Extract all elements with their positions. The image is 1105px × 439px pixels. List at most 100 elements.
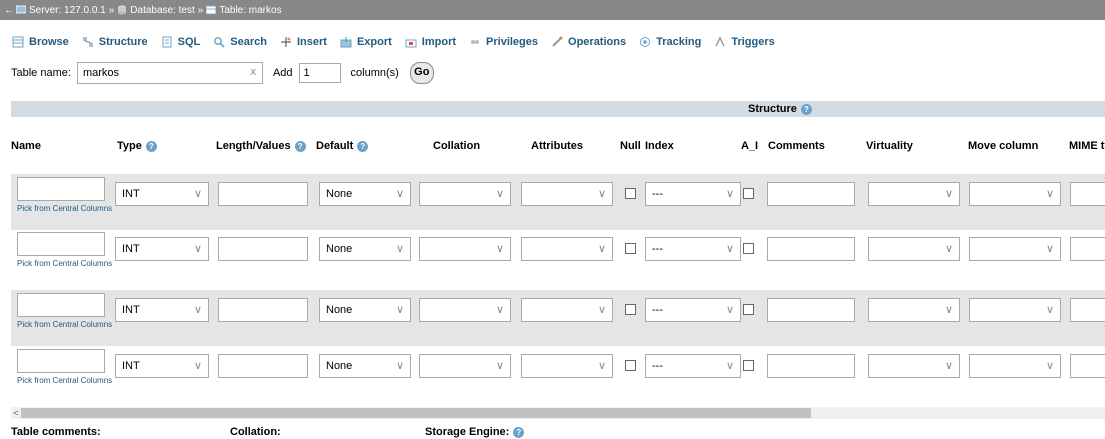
browse-icon	[12, 36, 24, 48]
attributes-select[interactable]: ∨	[521, 182, 613, 206]
index-select-value: ---	[652, 304, 663, 316]
default-select[interactable]: None ∨	[319, 182, 411, 206]
default-select[interactable]: None ∨	[319, 298, 411, 322]
header-ai: A_I	[741, 140, 759, 152]
breadcrumb-table[interactable]: Table: markos	[206, 5, 282, 16]
pick-central-columns-link[interactable]: Pick from Central Columns	[17, 204, 112, 213]
default-select[interactable]: None ∨	[319, 237, 411, 261]
tab-triggers[interactable]: Triggers	[714, 36, 775, 48]
index-select[interactable]: --- ∨	[645, 298, 741, 322]
comments-input[interactable]	[767, 182, 855, 206]
move-column-select[interactable]: ∨	[969, 182, 1061, 206]
breadcrumb-server[interactable]: Server: 127.0.0.1	[16, 5, 106, 16]
scroll-left-icon[interactable]: <	[11, 407, 21, 419]
chevron-down-icon: ∨	[725, 360, 734, 372]
mime-type-select[interactable]	[1070, 237, 1105, 261]
scrollbar-thumb[interactable]	[21, 408, 811, 418]
pick-central-columns-link[interactable]: Pick from Central Columns	[17, 259, 112, 268]
null-checkbox[interactable]	[625, 360, 636, 371]
auto-increment-checkbox[interactable]	[743, 304, 754, 315]
column-name-input[interactable]	[17, 349, 105, 373]
pick-central-columns-link[interactable]: Pick from Central Columns	[17, 376, 112, 385]
horizontal-scrollbar[interactable]: <	[11, 407, 1105, 419]
back-arrow-icon[interactable]: ←	[2, 5, 16, 16]
tab-search[interactable]: Search	[213, 36, 267, 48]
index-select[interactable]: --- ∨	[645, 354, 741, 378]
length-values-input[interactable]	[218, 182, 308, 206]
move-column-select[interactable]: ∨	[969, 354, 1061, 378]
null-checkbox[interactable]	[625, 243, 636, 254]
virtuality-select[interactable]: ∨	[868, 298, 960, 322]
header-comments: Comments	[768, 140, 825, 152]
virtuality-select[interactable]: ∨	[868, 182, 960, 206]
header-default-text: Default	[316, 140, 354, 152]
collation-select[interactable]: ∨	[419, 354, 511, 378]
go-button[interactable]: Go	[409, 62, 434, 84]
null-checkbox[interactable]	[625, 304, 636, 315]
column-name-input[interactable]	[17, 177, 105, 201]
collation-select[interactable]: ∨	[419, 298, 511, 322]
structure-header-bar: Structure?	[11, 101, 1105, 117]
column-name-input[interactable]	[17, 293, 105, 317]
header-type: Type?	[117, 140, 157, 152]
attributes-select[interactable]: ∨	[521, 237, 613, 261]
table-row: Pick from Central Columns INT ∨ None ∨ ∨ ∨ --- ∨…	[11, 229, 1105, 285]
comments-input[interactable]	[767, 237, 855, 261]
auto-increment-checkbox[interactable]	[743, 243, 754, 254]
tab-browse[interactable]: Browse	[12, 36, 69, 48]
virtuality-select[interactable]: ∨	[868, 237, 960, 261]
tab-structure[interactable]: Structure	[82, 36, 148, 48]
table-row: Pick from Central Columns INT ∨ None ∨ ∨ ∨ --- ∨…	[11, 346, 1105, 402]
table-name-input[interactable]: markos x	[76, 62, 263, 84]
breadcrumb-database[interactable]: Database: test	[117, 4, 195, 16]
help-icon[interactable]: ?	[513, 426, 525, 438]
type-select[interactable]: INT ∨	[115, 298, 209, 322]
mime-type-select[interactable]	[1070, 354, 1105, 378]
type-select[interactable]: INT ∨	[115, 182, 209, 206]
chevron-down-icon: ∨	[597, 188, 606, 200]
help-icon[interactable]: ?	[800, 103, 812, 115]
column-name-input[interactable]	[17, 232, 105, 256]
chevron-down-icon: ∨	[395, 243, 404, 255]
help-icon[interactable]: ?	[294, 140, 306, 152]
move-column-select[interactable]: ∨	[969, 298, 1061, 322]
chevron-down-icon: ∨	[395, 304, 404, 316]
mime-type-select[interactable]	[1070, 298, 1105, 322]
length-values-input[interactable]	[218, 354, 308, 378]
index-select[interactable]: --- ∨	[645, 182, 741, 206]
tab-operations[interactable]: Operations	[551, 36, 626, 48]
attributes-select[interactable]: ∨	[521, 354, 613, 378]
type-select[interactable]: INT ∨	[115, 354, 209, 378]
clear-icon[interactable]: x	[250, 66, 256, 78]
comments-input[interactable]	[767, 298, 855, 322]
attributes-select[interactable]: ∨	[521, 298, 613, 322]
tab-tracking[interactable]: Tracking	[639, 36, 701, 48]
server-icon	[16, 5, 26, 14]
null-checkbox[interactable]	[625, 188, 636, 199]
breadcrumb-database-label: Database: test	[130, 4, 195, 16]
collation-select[interactable]: ∨	[419, 237, 511, 261]
auto-increment-checkbox[interactable]	[743, 188, 754, 199]
tab-privileges[interactable]: Privileges	[469, 36, 538, 48]
help-icon[interactable]: ?	[145, 140, 157, 152]
auto-increment-checkbox[interactable]	[743, 360, 754, 371]
tab-insert[interactable]: Insert	[280, 36, 327, 48]
type-select[interactable]: INT ∨	[115, 237, 209, 261]
comments-input[interactable]	[767, 354, 855, 378]
default-select[interactable]: None ∨	[319, 354, 411, 378]
mime-type-select[interactable]	[1070, 182, 1105, 206]
move-column-select[interactable]: ∨	[969, 237, 1061, 261]
tab-import[interactable]: Import	[405, 36, 456, 48]
collation-select[interactable]: ∨	[419, 182, 511, 206]
virtuality-select[interactable]: ∨	[868, 354, 960, 378]
help-icon[interactable]: ?	[357, 140, 369, 152]
length-values-input[interactable]	[218, 237, 308, 261]
tab-export[interactable]: Export	[340, 36, 392, 48]
tab-sql[interactable]: SQL	[161, 36, 200, 48]
index-select[interactable]: --- ∨	[645, 237, 741, 261]
header-mime-type: MIME typ	[1069, 140, 1105, 152]
header-collation: Collation	[433, 140, 481, 152]
pick-central-columns-link[interactable]: Pick from Central Columns	[17, 320, 112, 329]
length-values-input[interactable]	[218, 298, 308, 322]
column-count-input[interactable]: 1	[298, 63, 341, 83]
